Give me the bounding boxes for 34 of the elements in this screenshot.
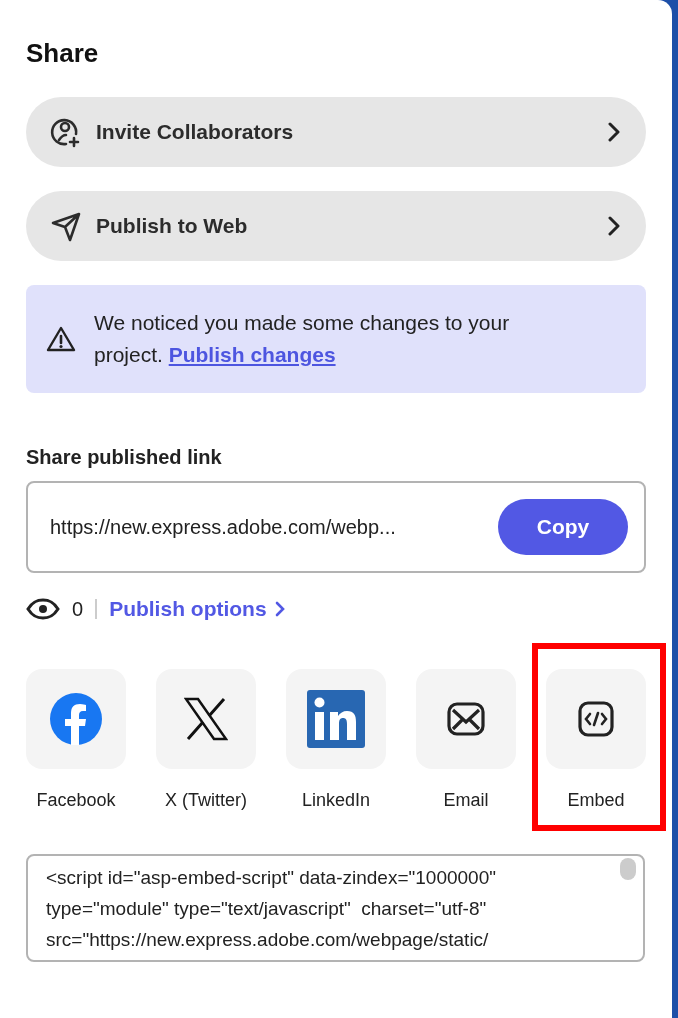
x-share-button[interactable] bbox=[156, 668, 256, 769]
email-share-button[interactable] bbox=[416, 668, 516, 769]
embed-share-button[interactable] bbox=[546, 668, 646, 769]
section-heading: Share published link bbox=[26, 445, 223, 469]
share-label: LinkedIn bbox=[301, 788, 371, 812]
view-count: 0 bbox=[72, 596, 84, 622]
notice-text: We noticed you made some changes to your project. Publish changes bbox=[94, 310, 511, 368]
copy-button[interactable]: Copy bbox=[498, 499, 628, 555]
eye-icon bbox=[26, 597, 60, 620]
chevron-icon bbox=[608, 216, 620, 236]
publish-options-link[interactable]: Publish options bbox=[109, 593, 285, 625]
share-label: Email bbox=[443, 788, 489, 812]
share-label: Facebook bbox=[36, 788, 116, 812]
linkedin-share-button[interactable] bbox=[286, 668, 386, 769]
embed-code-field[interactable]: <script id="asp-embed-script" data-zindex="1000000" type="module" type="text/javascript" charset="utf-8" src="https://new.express.adobe.com/webpage/static/ bbox=[26, 853, 645, 962]
chevron-icon bbox=[608, 122, 620, 142]
menu-button[interactable]: Publish to Web bbox=[26, 191, 646, 261]
send-icon bbox=[50, 210, 82, 242]
publish-changes-link[interactable]: Publish changes bbox=[168, 343, 336, 366]
user-add-icon bbox=[50, 116, 82, 148]
linkedin-icon bbox=[307, 689, 365, 748]
warning-icon bbox=[46, 325, 76, 353]
facebook-icon bbox=[50, 692, 102, 745]
dialog-title: Share bbox=[26, 37, 100, 70]
menu-button[interactable]: Invite Collaborators bbox=[26, 97, 646, 167]
link-text: https://new.express.adobe.com/webp... bbox=[50, 515, 397, 540]
code-icon bbox=[578, 700, 614, 737]
link-field[interactable]: https://new.express.adobe.com/webp... Copy bbox=[26, 481, 646, 573]
share-label: X (Twitter) bbox=[165, 788, 247, 812]
facebook-share-button[interactable] bbox=[26, 668, 126, 769]
mail-icon bbox=[447, 701, 485, 736]
chevron-icon bbox=[274, 600, 285, 617]
share-label: Embed bbox=[567, 788, 625, 812]
x-logo-icon bbox=[184, 696, 228, 741]
